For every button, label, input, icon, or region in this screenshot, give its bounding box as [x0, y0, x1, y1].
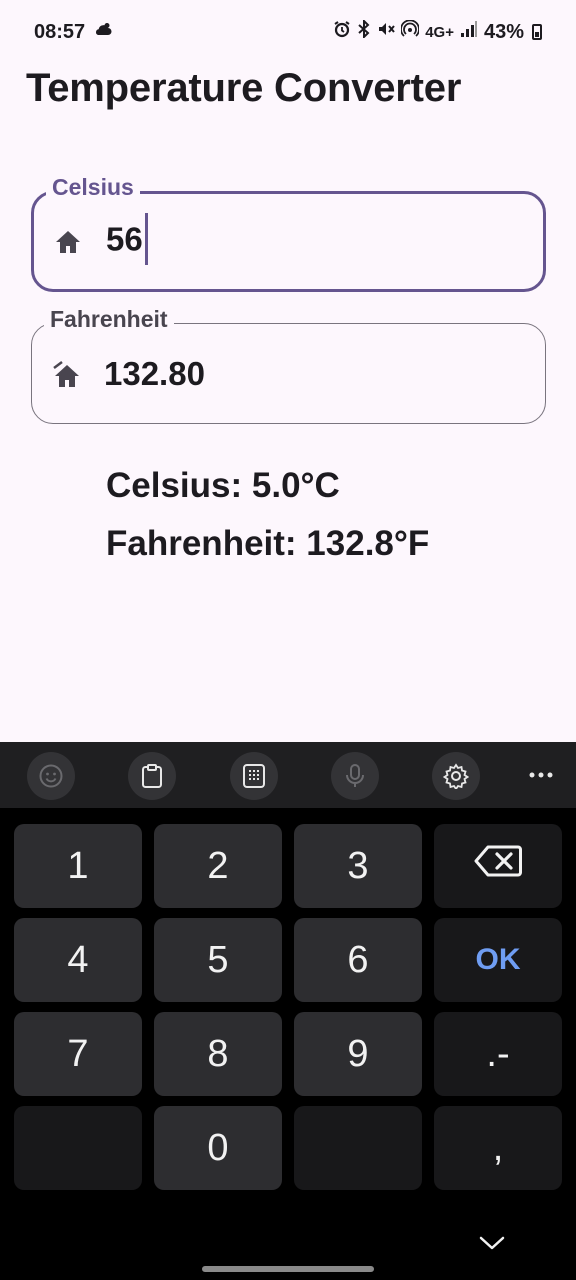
key-7[interactable]: 7: [14, 1012, 142, 1096]
celsius-input[interactable]: 56: [106, 212, 148, 268]
celsius-result: Celsius: 5.0°C: [106, 466, 340, 505]
fahrenheit-result: Fahrenheit: 132.8°F: [106, 524, 430, 563]
battery-percent: 43%: [483, 20, 524, 43]
home-outlined-icon: [52, 360, 80, 387]
chevron-down-icon[interactable]: [476, 1230, 508, 1256]
key-2[interactable]: 2: [154, 824, 282, 908]
clipboard-icon[interactable]: [128, 752, 176, 800]
bluetooth-icon: [357, 18, 371, 44]
hotspot-icon: [400, 19, 421, 44]
home-indicator[interactable]: [202, 1266, 374, 1272]
key-8[interactable]: 8: [154, 1012, 282, 1096]
signal-icon: [460, 20, 478, 44]
emoji-icon[interactable]: [27, 752, 75, 800]
key-1[interactable]: 1: [14, 824, 142, 908]
blank-key-left: [14, 1106, 142, 1190]
fahrenheit-field-label: Fahrenheit: [44, 306, 174, 333]
status-time: 08:57: [34, 20, 86, 43]
backspace-icon: [474, 844, 522, 888]
comma-key[interactable]: ,: [434, 1106, 562, 1190]
microphone-icon[interactable]: [331, 752, 379, 800]
keyboard-toolbar: [0, 742, 576, 808]
home-icon: [54, 229, 82, 255]
network-type: 4G+: [425, 23, 454, 41]
settings-icon[interactable]: [432, 752, 480, 800]
status-right: 4G+ 43%: [333, 18, 542, 44]
numeric-keyboard: 1 2 3 4 5 6 OK 7 8 9 .- 0 ,: [0, 742, 576, 1280]
key-3[interactable]: 3: [294, 824, 422, 908]
celsius-value: 56: [106, 220, 143, 258]
status-bar: 08:57 4G+ 43%: [0, 0, 576, 64]
dot-minus-key[interactable]: .-: [434, 1012, 562, 1096]
ok-key[interactable]: OK: [434, 918, 562, 1002]
celsius-field-label: Celsius: [46, 174, 140, 201]
key-6[interactable]: 6: [294, 918, 422, 1002]
backspace-key[interactable]: [434, 824, 562, 908]
celsius-field[interactable]: Celsius 56: [31, 174, 546, 292]
more-icon[interactable]: [526, 760, 556, 790]
page-title: Temperature Converter: [26, 66, 462, 110]
weather-icon: [93, 21, 113, 44]
keypad-icon[interactable]: [230, 752, 278, 800]
key-9[interactable]: 9: [294, 1012, 422, 1096]
status-left: 08:57: [34, 21, 113, 44]
fahrenheit-input[interactable]: 132.80: [104, 355, 205, 393]
text-cursor: [144, 212, 148, 265]
battery-icon: [532, 24, 542, 40]
key-0[interactable]: 0: [154, 1106, 282, 1190]
mute-icon: [377, 20, 395, 44]
key-4[interactable]: 4: [14, 918, 142, 1002]
fahrenheit-field[interactable]: Fahrenheit 132.80: [31, 306, 546, 424]
blank-key-right: [294, 1106, 422, 1190]
alarm-icon: [333, 20, 351, 44]
key-5[interactable]: 5: [154, 918, 282, 1002]
